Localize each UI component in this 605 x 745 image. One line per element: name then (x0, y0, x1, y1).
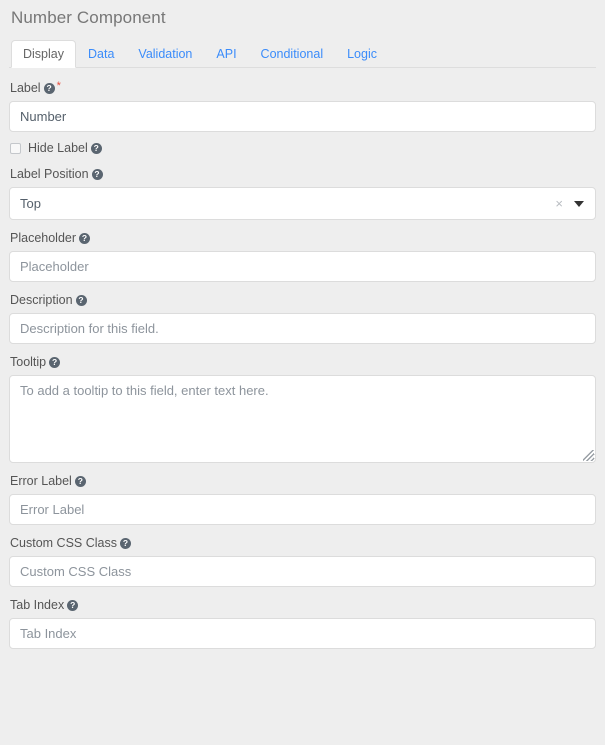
placeholder-label-text: Placeholder (10, 231, 77, 245)
tab-api-label: API (216, 47, 237, 61)
error-label-label-text: Error Label (10, 474, 72, 488)
clear-icon[interactable]: × (555, 197, 563, 210)
label-field-label: Label? * (10, 79, 596, 96)
placeholder-input[interactable] (9, 251, 596, 282)
tab-logic[interactable]: Logic (335, 40, 389, 68)
label-position-label-text: Label Position (10, 167, 89, 181)
tab-index-field-label: Tab Index? (10, 598, 596, 613)
tooltip-label-text: Tooltip (10, 355, 47, 369)
form-group-tab-index: Tab Index? (9, 598, 596, 649)
help-icon[interactable]: ? (75, 295, 87, 306)
help-icon[interactable]: ? (43, 83, 55, 94)
form-group-description: Description? (9, 293, 596, 344)
required-asterisk-icon: * (56, 80, 61, 92)
hide-label-text: Hide Label (28, 141, 88, 155)
tooltip-textarea[interactable] (9, 375, 596, 463)
tab-index-label-text: Tab Index (10, 598, 65, 612)
label-position-field-label: Label Position? (10, 167, 596, 182)
tab-data-label: Data (88, 47, 115, 61)
tab-logic-label: Logic (347, 47, 377, 61)
tooltip-textarea-wrap (9, 375, 596, 463)
tab-display[interactable]: Display (11, 40, 76, 68)
tab-index-input[interactable] (9, 618, 596, 649)
custom-css-class-input[interactable] (9, 556, 596, 587)
page-title: Number Component (11, 8, 166, 27)
description-label-text: Description (10, 293, 73, 307)
form-group-tooltip: Tooltip? (9, 355, 596, 463)
settings-tabs: Display Data Validation API Conditional … (9, 40, 596, 68)
help-icon[interactable]: ? (91, 169, 103, 180)
custom-css-class-field-label: Custom CSS Class? (10, 536, 596, 551)
label-position-select-wrap: Top × (9, 187, 596, 220)
label-input[interactable] (9, 101, 596, 132)
tab-validation-label: Validation (138, 47, 193, 61)
help-icon[interactable]: ? (90, 143, 102, 154)
tooltip-field-label: Tooltip? (10, 355, 596, 370)
error-label-field-label: Error Label? (10, 474, 596, 489)
hide-label-checkbox[interactable] (10, 143, 21, 154)
tab-data[interactable]: Data (76, 40, 126, 68)
form-group-error-label: Error Label? (9, 474, 596, 525)
tab-api[interactable]: API (204, 40, 248, 68)
chevron-down-icon[interactable] (574, 200, 584, 207)
tab-conditional[interactable]: Conditional (249, 40, 336, 68)
error-label-input[interactable] (9, 494, 596, 525)
hide-label-row[interactable]: Hide Label ? (9, 141, 596, 156)
description-field-label: Description? (10, 293, 596, 308)
form-group-custom-css-class: Custom CSS Class? (9, 536, 596, 587)
placeholder-field-label: Placeholder? (10, 231, 596, 246)
help-icon[interactable]: ? (74, 476, 86, 487)
component-settings-panel: Number Component Display Data Validation… (0, 0, 605, 745)
label-field-label-text: Label (10, 81, 41, 95)
form-group-label: Label? * (9, 79, 596, 132)
label-position-select[interactable]: Top × (9, 187, 596, 220)
custom-css-class-label-text: Custom CSS Class (10, 536, 117, 550)
label-position-selected-value: Top (20, 196, 41, 211)
tab-display-label: Display (23, 47, 64, 61)
help-icon[interactable]: ? (79, 233, 91, 244)
tab-conditional-label: Conditional (260, 47, 324, 61)
help-icon[interactable]: ? (119, 538, 131, 549)
help-icon[interactable]: ? (67, 600, 79, 611)
tab-validation[interactable]: Validation (126, 40, 204, 68)
form-group-label-position: Label Position? Top × (9, 167, 596, 220)
help-icon[interactable]: ? (49, 357, 61, 368)
description-input[interactable] (9, 313, 596, 344)
form-group-placeholder: Placeholder? (9, 231, 596, 282)
